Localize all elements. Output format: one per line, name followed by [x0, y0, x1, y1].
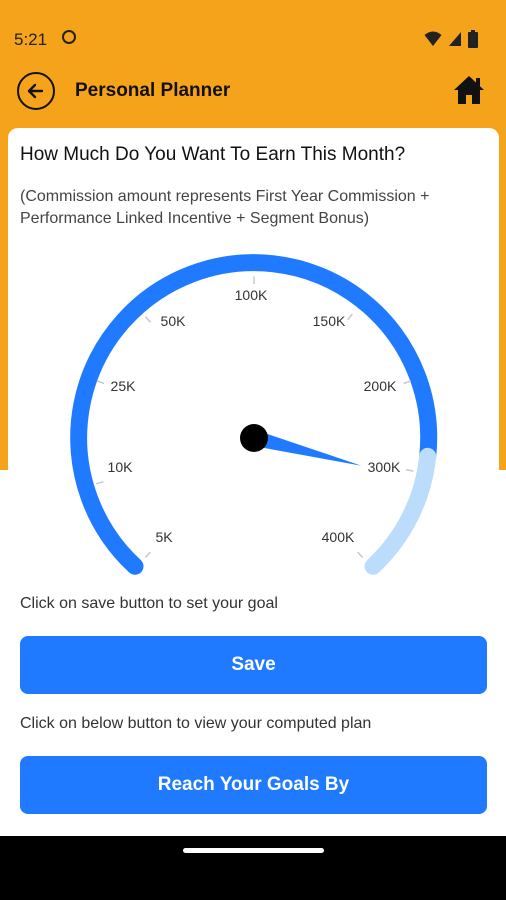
gauge-label-400k: 400K: [322, 529, 355, 545]
gauge-label-25k: 25K: [111, 378, 137, 394]
home-gesture-handle[interactable]: [183, 848, 324, 853]
gauge-label-300k: 300K: [368, 459, 401, 475]
gauge-label-150k: 150K: [313, 313, 346, 329]
status-bar: 5:21: [0, 0, 506, 78]
gauge-needle: [251, 430, 362, 466]
navigation-bar: [0, 836, 506, 900]
status-icons: [424, 30, 478, 48]
status-time: 5:21: [14, 30, 48, 49]
signal-icon: [449, 32, 461, 46]
earnings-gauge[interactable]: 5K 10K 25K 50K 100K 150K 200K 300K 400K: [8, 238, 499, 598]
save-hint: Click on save button to set your goal: [20, 595, 278, 612]
gauge-ticks: [95, 276, 414, 559]
save-button[interactable]: Save: [20, 636, 487, 694]
goal-card: How Much Do You Want To Earn This Month?…: [8, 128, 499, 830]
back-button[interactable]: [17, 72, 55, 110]
battery-icon: [468, 30, 478, 48]
reach-goals-button[interactable]: Reach Your Goals By: [20, 756, 487, 814]
commission-note: (Commission amount represents First Year…: [20, 188, 430, 227]
gauge-arc-filled: [70, 254, 438, 575]
sync-icon: [62, 30, 76, 44]
plan-hint: Click on below button to view your compu…: [20, 715, 372, 732]
gauge-label-100k: 100K: [235, 287, 268, 303]
earning-question: How Much Do You Want To Earn This Month?: [20, 144, 406, 165]
home-icon[interactable]: [452, 74, 486, 106]
wifi-icon: [424, 31, 442, 46]
arrow-left-icon: [27, 83, 44, 99]
page-title: Personal Planner: [75, 80, 231, 101]
gauge-label-5k: 5K: [155, 529, 173, 545]
gauge-label-10k: 10K: [108, 459, 134, 475]
gauge-needle-hub: [240, 424, 268, 452]
gauge-label-200k: 200K: [364, 378, 397, 394]
app-bar: Personal Planner: [0, 72, 506, 118]
gauge-label-50k: 50K: [161, 313, 187, 329]
